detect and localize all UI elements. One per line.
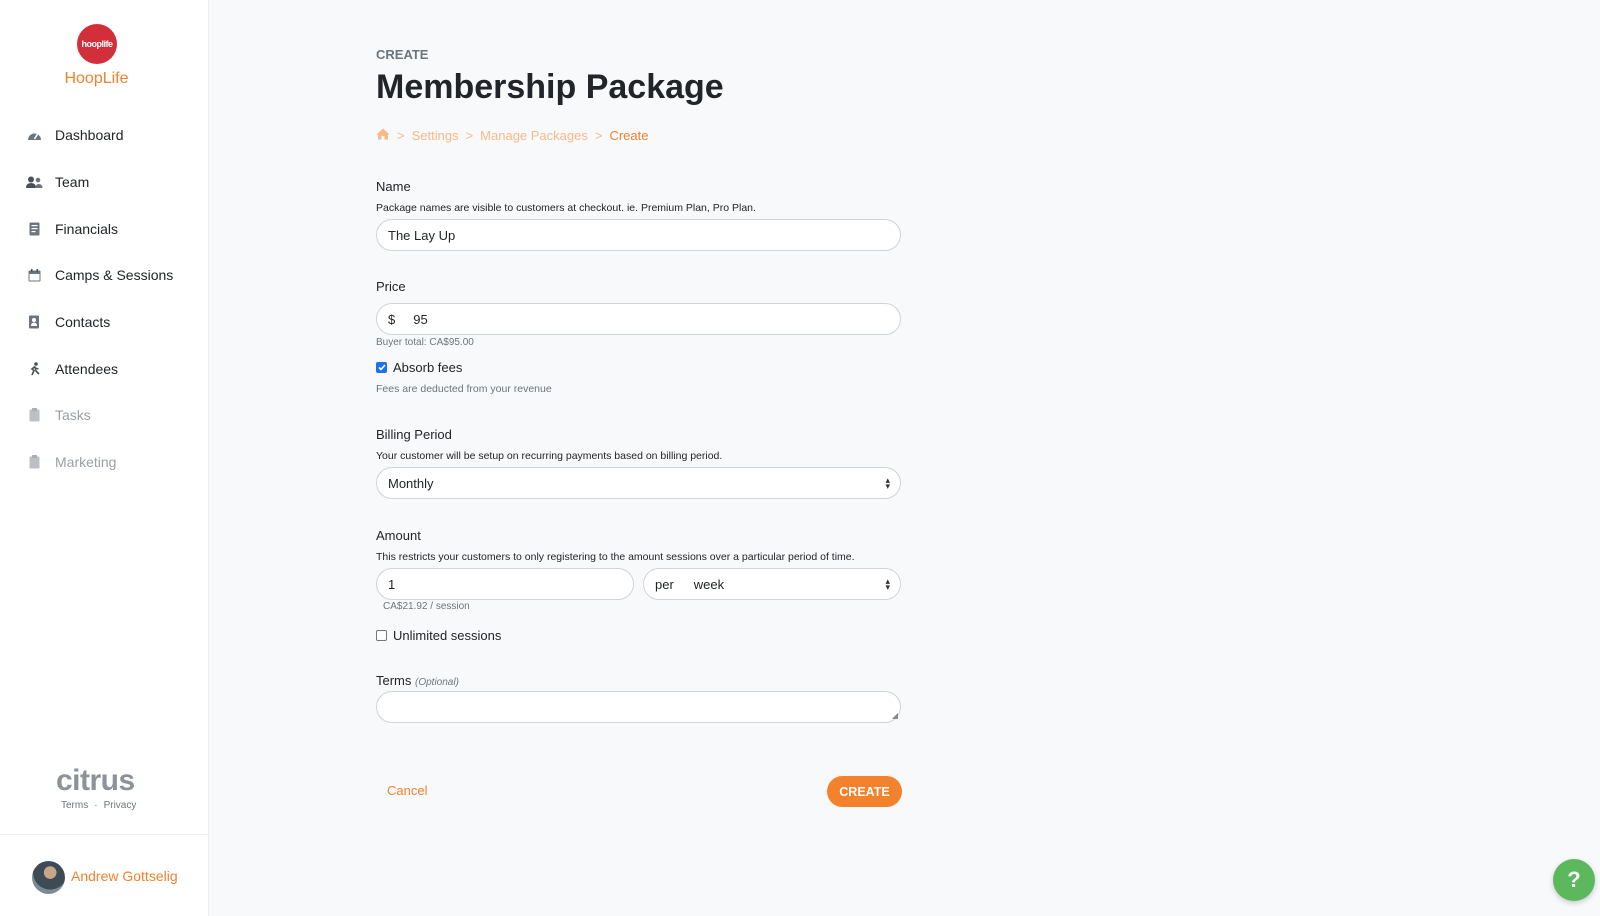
sidebar-item-label: Dashboard — [55, 127, 124, 144]
sidebar-item-label: Marketing — [55, 454, 117, 471]
clipboard-icon — [25, 406, 43, 424]
period-select[interactable]: per week ▴ ▾ — [643, 568, 901, 600]
per-label: per — [655, 576, 674, 592]
sidebar-item-label: Camps & Sessions — [55, 267, 174, 284]
sidebar-item-label: Tasks — [55, 407, 91, 424]
billing-period-value: Monthly — [388, 475, 434, 491]
checkbox-checked[interactable] — [376, 362, 387, 373]
billing-period-select[interactable]: Monthly ▴ ▾ — [376, 467, 901, 499]
per-session-price: CA$21.92 / session — [383, 601, 470, 612]
help-button[interactable]: ? — [1553, 859, 1595, 901]
unlimited-sessions-label: Unlimited sessions — [393, 628, 502, 643]
footer-separator: · — [94, 800, 98, 811]
period-value: week — [693, 576, 725, 592]
amount-value: 1 — [388, 576, 396, 592]
sidebar: hooplife HoopLife Dashboard Team Financi… — [0, 0, 209, 916]
absorb-fees-help: Fees are deducted from your revenue — [376, 383, 552, 395]
gauge-icon — [25, 126, 43, 144]
page-eyebrow: CREATE — [376, 47, 429, 62]
citrus-logo: citrus — [56, 764, 135, 797]
name-value: The Lay Up — [388, 227, 456, 243]
terms-textarea[interactable]: ◢ — [376, 691, 901, 723]
price-input[interactable]: $ 95 — [376, 303, 901, 335]
terms-label: Terms (Optional) — [376, 673, 459, 688]
price-value: 95 — [413, 311, 428, 327]
select-arrows-icon: ▴ ▾ — [885, 576, 890, 592]
name-help: Package names are visible to customers a… — [376, 202, 756, 214]
sidebar-item-marketing[interactable]: Marketing — [0, 439, 209, 486]
create-button[interactable]: CREATE — [827, 776, 902, 807]
user-name[interactable]: Andrew Gottselig — [71, 868, 178, 884]
sidebar-item-contacts[interactable]: Contacts — [0, 299, 209, 346]
sidebar-item-label: Team — [55, 174, 90, 191]
sidebar-item-camps-sessions[interactable]: Camps & Sessions — [0, 252, 209, 299]
amount-label: Amount — [376, 528, 421, 543]
sidebar-item-team[interactable]: Team — [0, 159, 209, 206]
footer-links: Terms · Privacy — [61, 800, 136, 811]
select-arrows-icon: ▴ ▾ — [885, 475, 890, 491]
users-icon — [25, 173, 43, 191]
name-input[interactable]: The Lay Up — [376, 219, 901, 251]
user-divider — [0, 834, 209, 835]
resize-handle-icon[interactable]: ◢ — [892, 711, 898, 720]
avatar[interactable] — [32, 861, 65, 894]
cancel-button[interactable]: Cancel — [387, 783, 427, 798]
checkbox-unchecked[interactable] — [376, 630, 387, 641]
clipboard-icon — [25, 453, 43, 471]
sidebar-item-label: Financials — [55, 220, 119, 237]
billing-help: Your customer will be setup on recurring… — [376, 450, 723, 462]
sidebar-item-dashboard[interactable]: Dashboard — [0, 112, 209, 159]
brand-name: HoopLife — [64, 70, 129, 87]
brand-logo[interactable]: hooplife — [77, 24, 117, 64]
receipt-icon — [25, 220, 43, 238]
price-label: Price — [376, 279, 406, 294]
address-book-icon — [25, 313, 43, 331]
billing-label: Billing Period — [376, 427, 452, 442]
absorb-fees-label: Absorb fees — [393, 360, 463, 375]
sidebar-item-label: Contacts — [55, 314, 111, 331]
privacy-link[interactable]: Privacy — [104, 800, 137, 811]
sidebar-item-label: Attendees — [55, 360, 119, 377]
sidebar-nav: Dashboard Team Financials Camps & Sessio… — [0, 112, 209, 486]
home-icon[interactable] — [376, 128, 390, 143]
breadcrumb-current: Create — [609, 128, 649, 143]
unlimited-sessions-checkbox[interactable]: Unlimited sessions — [376, 628, 501, 643]
absorb-fees-checkbox[interactable]: Absorb fees — [376, 360, 462, 375]
breadcrumb-separator: > — [594, 128, 603, 143]
breadcrumb: > Settings > Manage Packages > Create — [376, 128, 648, 143]
breadcrumb-separator: > — [465, 128, 474, 143]
terms-link[interactable]: Terms — [61, 800, 88, 811]
running-icon — [25, 360, 43, 378]
currency-prefix: $ — [388, 311, 396, 327]
buyer-total: Buyer total: CA$95.00 — [376, 337, 474, 348]
sidebar-item-tasks[interactable]: Tasks — [0, 392, 209, 439]
breadcrumb-settings[interactable]: Settings — [412, 128, 459, 143]
breadcrumb-manage-packages[interactable]: Manage Packages — [480, 128, 588, 143]
sidebar-item-attendees[interactable]: Attendees — [0, 345, 209, 392]
page-title: Membership Package — [376, 68, 724, 106]
calendar-icon — [25, 266, 43, 284]
name-label: Name — [376, 179, 411, 194]
terms-label-text: Terms — [376, 673, 412, 688]
sidebar-item-financials[interactable]: Financials — [0, 205, 209, 252]
amount-help: This restricts your customers to only re… — [376, 551, 855, 563]
breadcrumb-separator: > — [397, 128, 405, 143]
optional-tag: (Optional) — [415, 677, 459, 688]
amount-input[interactable]: 1 — [376, 568, 634, 600]
